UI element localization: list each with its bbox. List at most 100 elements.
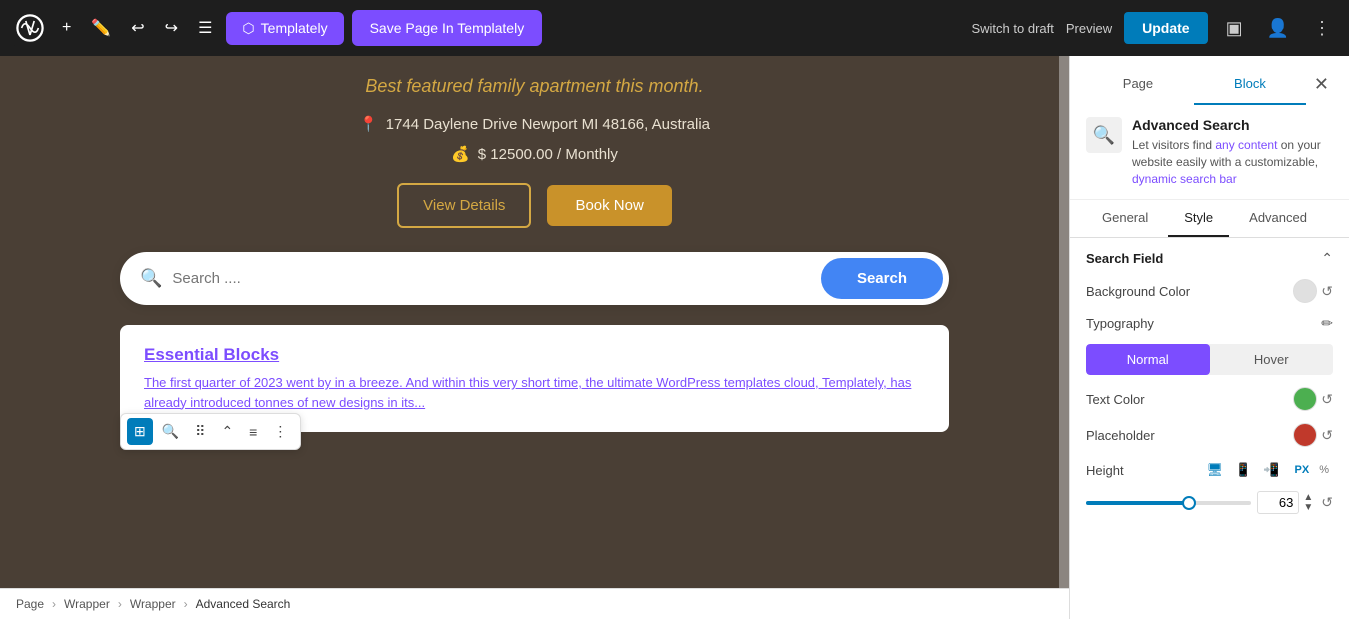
align-button[interactable]: ≡: [242, 419, 264, 445]
height-label: Height: [1086, 463, 1196, 478]
state-toggle: Normal Hover: [1086, 344, 1333, 375]
wp-logo: [12, 10, 48, 46]
search-bar-container: 🔍 Search: [120, 252, 949, 305]
height-row: Height 🖥 📱 📲 PX %: [1086, 459, 1333, 481]
breadcrumb-sep-1: ›: [52, 597, 56, 611]
height-input[interactable]: [1257, 491, 1299, 514]
search-field-section: Search Field ⌃ Background Color ↺ Typogr…: [1070, 238, 1349, 536]
update-button[interactable]: Update: [1124, 12, 1207, 44]
text-color-label: Text Color: [1086, 392, 1145, 407]
tab-block[interactable]: Block: [1194, 64, 1306, 105]
block-toolbar: ⊞ 🔍 ⠿ ⌃ ≡ ⋮: [120, 413, 301, 450]
percent-unit-button[interactable]: %: [1315, 462, 1333, 478]
placeholder-color-reset[interactable]: ↺: [1321, 427, 1333, 444]
breadcrumb-wrapper-2[interactable]: Wrapper: [130, 597, 176, 611]
book-now-button[interactable]: Book Now: [547, 185, 671, 226]
block-description: Let visitors find any content on your we…: [1132, 137, 1333, 187]
more-block-options[interactable]: ⋮: [266, 418, 294, 445]
layout-icon-button[interactable]: ▣: [1220, 12, 1249, 45]
undo-button[interactable]: ↩: [125, 12, 150, 44]
breadcrumb-sep-3: ›: [184, 597, 188, 611]
text-color-control: ↺: [1293, 387, 1333, 411]
normal-state-button[interactable]: Normal: [1086, 344, 1210, 375]
location-icon: 📍: [359, 115, 378, 133]
canvas-inner: Best featured family apartment this mont…: [0, 56, 1069, 452]
height-input-row: ▲ ▼ ↺: [1086, 491, 1333, 514]
price-row: 💰 $ 12500.00 / Monthly: [60, 145, 1009, 163]
style-tabs: General Style Advanced: [1070, 200, 1349, 238]
buttons-row: ⊞ 🔍 ⠿ ⌃ ≡ ⋮ View Details Book Now: [60, 183, 1009, 228]
placeholder-color-field: Placeholder ↺: [1086, 423, 1333, 447]
location-row: 📍 1744 Daylene Drive Newport MI 48166, A…: [60, 115, 1009, 133]
breadcrumb-wrapper-1[interactable]: Wrapper: [64, 597, 110, 611]
canvas-area: Best featured family apartment this mont…: [0, 56, 1069, 619]
result-description: The first quarter of 2023 went by in a b…: [144, 373, 925, 412]
breadcrumb-sep-2: ›: [118, 597, 122, 611]
save-page-button[interactable]: Save Page In Templately: [352, 10, 543, 46]
more-options-button[interactable]: ⋮: [1307, 12, 1337, 45]
background-color-swatch[interactable]: [1293, 279, 1317, 303]
drag-handle[interactable]: ⠿: [188, 418, 212, 445]
tablet-device-button[interactable]: 📱: [1230, 459, 1256, 481]
switch-draft-button[interactable]: Switch to draft: [971, 21, 1053, 36]
list-view-button[interactable]: ☰: [192, 12, 218, 44]
unit-toggle: PX %: [1291, 462, 1333, 478]
move-up-button[interactable]: ⌃: [214, 418, 240, 445]
tab-style[interactable]: Style: [1168, 200, 1229, 237]
breadcrumb-current: Advanced Search: [196, 597, 291, 611]
search-button[interactable]: Search: [821, 258, 943, 299]
block-info-text: Advanced Search Let visitors find any co…: [1132, 117, 1333, 187]
tab-general[interactable]: General: [1086, 200, 1164, 237]
block-info: 🔍 Advanced Search Let visitors find any …: [1070, 105, 1349, 200]
top-bar: + ✏️ ↩ ↪ ☰ ⬡ Templately Save Page In Tem…: [0, 0, 1349, 56]
placeholder-color-swatch[interactable]: [1293, 423, 1317, 447]
background-color-field: Background Color ↺: [1086, 279, 1333, 303]
background-color-control: ↺: [1293, 279, 1333, 303]
redo-button[interactable]: ↪: [159, 12, 184, 44]
templately-icon: ⬡: [242, 20, 254, 37]
hover-state-button[interactable]: Hover: [1210, 344, 1334, 375]
text-color-reset[interactable]: ↺: [1321, 391, 1333, 408]
panel-close-button[interactable]: ✕: [1306, 66, 1337, 103]
block-type-icon-button[interactable]: ⊞: [127, 418, 153, 445]
search-icon: 🔍: [140, 268, 162, 289]
typography-edit-button[interactable]: ✏: [1321, 315, 1333, 332]
text-color-field: Text Color ↺: [1086, 387, 1333, 411]
typography-field: Typography ✏: [1086, 315, 1333, 332]
breadcrumb-page[interactable]: Page: [16, 597, 44, 611]
canvas-content: Best featured family apartment this mont…: [0, 56, 1069, 619]
section-toggle-button[interactable]: ⌃: [1321, 250, 1333, 267]
price-icon: 💰: [451, 145, 470, 163]
text-color-swatch[interactable]: [1293, 387, 1317, 411]
app-layout: Best featured family apartment this mont…: [0, 0, 1349, 619]
height-reset-button[interactable]: ↺: [1321, 494, 1333, 511]
background-color-label: Background Color: [1086, 284, 1190, 299]
edit-button[interactable]: ✏️: [85, 12, 117, 44]
background-color-reset[interactable]: ↺: [1321, 283, 1333, 300]
block-selector-button[interactable]: 🔍: [155, 418, 186, 445]
device-buttons: 🖥 📱 📲: [1202, 459, 1285, 481]
featured-text: Best featured family apartment this mont…: [60, 76, 1009, 97]
tab-advanced[interactable]: Advanced: [1233, 200, 1323, 237]
tab-page[interactable]: Page: [1082, 64, 1194, 105]
px-unit-button[interactable]: PX: [1291, 462, 1314, 478]
view-details-button[interactable]: View Details: [397, 183, 531, 228]
height-slider-fill: [1086, 501, 1185, 505]
breadcrumb: Page › Wrapper › Wrapper › Advanced Sear…: [0, 588, 1069, 619]
typography-label: Typography: [1086, 316, 1154, 331]
property-panel: Page Block ✕ 🔍 Advanced Search Let visit…: [1069, 56, 1349, 619]
templately-button[interactable]: ⬡ Templately: [226, 12, 343, 45]
placeholder-control: ↺: [1293, 423, 1333, 447]
add-button[interactable]: +: [56, 13, 77, 43]
desktop-device-button[interactable]: 🖥: [1202, 459, 1229, 481]
height-spinners: ▲ ▼: [1301, 493, 1315, 513]
mobile-device-button[interactable]: 📲: [1258, 459, 1284, 481]
result-title[interactable]: Essential Blocks: [144, 345, 925, 365]
placeholder-label: Placeholder: [1086, 428, 1155, 443]
preview-button[interactable]: Preview: [1066, 21, 1112, 36]
price-text: $ 12500.00 / Monthly: [478, 146, 618, 163]
height-decrement-button[interactable]: ▼: [1301, 503, 1315, 513]
search-input[interactable]: [172, 270, 821, 287]
height-slider[interactable]: [1086, 501, 1251, 505]
user-icon-button[interactable]: 👤: [1261, 12, 1295, 45]
